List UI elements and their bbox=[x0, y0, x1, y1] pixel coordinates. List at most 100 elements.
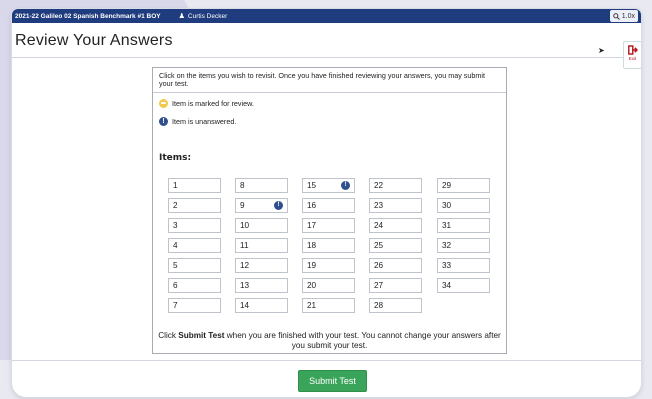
item-29-button[interactable]: 29 bbox=[437, 178, 490, 193]
item-23-button[interactable]: 23 bbox=[369, 198, 422, 213]
item-number: 1 bbox=[173, 181, 178, 190]
item-9-button[interactable]: 9! bbox=[235, 198, 288, 213]
item-number: 14 bbox=[240, 301, 250, 310]
item-number: 26 bbox=[374, 261, 384, 270]
item-number: 16 bbox=[307, 201, 317, 210]
item-number: 11 bbox=[240, 241, 249, 250]
user-info: ♟ Curtis Decker bbox=[178, 12, 228, 21]
exit-button[interactable]: Exit bbox=[623, 41, 641, 69]
unanswered-icon: ! bbox=[159, 116, 168, 126]
item-number: 34 bbox=[442, 281, 452, 290]
item-18-button[interactable]: 18 bbox=[302, 238, 355, 253]
footer-text-pre: Click bbox=[158, 331, 179, 340]
item-31-button[interactable]: 31 bbox=[437, 218, 490, 233]
zoom-level: 1.0x bbox=[621, 12, 635, 20]
submit-test-button[interactable]: Submit Test bbox=[298, 370, 367, 392]
item-19-button[interactable]: 19 bbox=[302, 258, 355, 273]
item-number: 6 bbox=[173, 281, 178, 290]
items-label: Items: bbox=[159, 153, 192, 163]
item-1-button[interactable]: 1 bbox=[168, 178, 221, 193]
footer-text-post: when you are finished with your test. Yo… bbox=[224, 331, 501, 350]
item-number: 21 bbox=[307, 301, 317, 310]
item-21-button[interactable]: 21 bbox=[302, 298, 355, 313]
user-icon: ♟ bbox=[178, 13, 185, 20]
review-panel: Click on the items you wish to revisit. … bbox=[152, 67, 507, 354]
item-34-button[interactable]: 34 bbox=[437, 278, 490, 293]
item-33-button[interactable]: 33 bbox=[437, 258, 490, 273]
exit-label: Exit bbox=[628, 56, 637, 61]
item-number: 22 bbox=[374, 181, 384, 190]
item-number: 12 bbox=[240, 261, 250, 270]
item-26-button[interactable]: 26 bbox=[369, 258, 422, 273]
footer-text-bold: Submit Test bbox=[178, 331, 225, 340]
item-number: 4 bbox=[173, 241, 178, 250]
item-16-button[interactable]: 16 bbox=[302, 198, 355, 213]
submit-instructions: Click Submit Test when you are finished … bbox=[153, 331, 506, 351]
item-number: 33 bbox=[442, 261, 452, 270]
footer-divider bbox=[12, 360, 641, 361]
item-22-button[interactable]: 22 bbox=[369, 178, 422, 193]
item-15-button[interactable]: 15! bbox=[302, 178, 355, 193]
user-name: Curtis Decker bbox=[187, 12, 228, 20]
test-window: 2021-22 Galileo 02 Spanish Benchmark #1 … bbox=[12, 9, 641, 397]
item-number: 19 bbox=[307, 261, 317, 270]
item-number: 3 bbox=[173, 221, 178, 230]
marked-for-review-icon bbox=[159, 98, 168, 108]
test-info-bar: 2021-22 Galileo 02 Spanish Benchmark #1 … bbox=[12, 9, 641, 23]
item-30-button[interactable]: 30 bbox=[437, 198, 490, 213]
item-10-button[interactable]: 10 bbox=[235, 218, 288, 233]
item-25-button[interactable]: 25 bbox=[369, 238, 422, 253]
item-number: 25 bbox=[374, 241, 384, 250]
item-2-button[interactable]: 2 bbox=[168, 198, 221, 213]
item-13-button[interactable]: 13 bbox=[235, 278, 288, 293]
legend-unanswered: ! Item is unanswered. bbox=[159, 115, 236, 127]
test-title: 2021-22 Galileo 02 Spanish Benchmark #1 … bbox=[15, 12, 161, 20]
item-number: 9 bbox=[240, 201, 245, 210]
legend-text: Item is marked for review. bbox=[172, 98, 254, 108]
item-number: 20 bbox=[307, 281, 317, 290]
item-4-button[interactable]: 4 bbox=[168, 238, 221, 253]
item-number: 29 bbox=[442, 181, 452, 190]
item-24-button[interactable]: 24 bbox=[369, 218, 422, 233]
item-number: 32 bbox=[442, 241, 452, 250]
legend-text: Item is unanswered. bbox=[172, 116, 237, 126]
item-number: 17 bbox=[307, 221, 317, 230]
page-header: Review Your Answers ➤ Exit bbox=[12, 23, 641, 69]
item-number: 15 bbox=[307, 181, 317, 190]
legend-marked-for-review: Item is marked for review. bbox=[159, 97, 254, 109]
zoom-control[interactable]: 1.0x bbox=[609, 10, 638, 22]
mouse-pointer-icon: ➤ bbox=[598, 46, 605, 55]
item-7-button[interactable]: 7 bbox=[168, 298, 221, 313]
item-number: 18 bbox=[307, 241, 317, 250]
unanswered-icon: ! bbox=[341, 181, 350, 190]
item-12-button[interactable]: 12 bbox=[235, 258, 288, 273]
item-17-button[interactable]: 17 bbox=[302, 218, 355, 233]
exit-icon bbox=[627, 45, 638, 55]
item-number: 23 bbox=[374, 201, 384, 210]
item-20-button[interactable]: 20 bbox=[302, 278, 355, 293]
item-27-button[interactable]: 27 bbox=[369, 278, 422, 293]
item-number: 13 bbox=[240, 281, 250, 290]
item-11-button[interactable]: 11 bbox=[235, 238, 288, 253]
item-number: 8 bbox=[240, 181, 245, 190]
unanswered-icon: ! bbox=[274, 201, 283, 210]
item-number: 24 bbox=[374, 221, 384, 230]
item-28-button[interactable]: 28 bbox=[369, 298, 422, 313]
item-8-button[interactable]: 8 bbox=[235, 178, 288, 193]
item-number: 5 bbox=[173, 261, 178, 270]
item-number: 30 bbox=[442, 201, 452, 210]
page-title: Review Your Answers bbox=[15, 32, 173, 49]
item-number: 28 bbox=[374, 301, 384, 310]
instructions-text: Click on the items you wish to revisit. … bbox=[153, 68, 506, 93]
item-number: 2 bbox=[173, 201, 178, 210]
item-5-button[interactable]: 5 bbox=[168, 258, 221, 273]
item-6-button[interactable]: 6 bbox=[168, 278, 221, 293]
zoom-icon bbox=[613, 12, 620, 20]
item-14-button[interactable]: 14 bbox=[235, 298, 288, 313]
item-number: 27 bbox=[374, 281, 384, 290]
item-number: 7 bbox=[173, 301, 178, 310]
item-3-button[interactable]: 3 bbox=[168, 218, 221, 233]
item-number: 31 bbox=[442, 221, 452, 230]
item-number: 10 bbox=[240, 221, 250, 230]
item-32-button[interactable]: 32 bbox=[437, 238, 490, 253]
